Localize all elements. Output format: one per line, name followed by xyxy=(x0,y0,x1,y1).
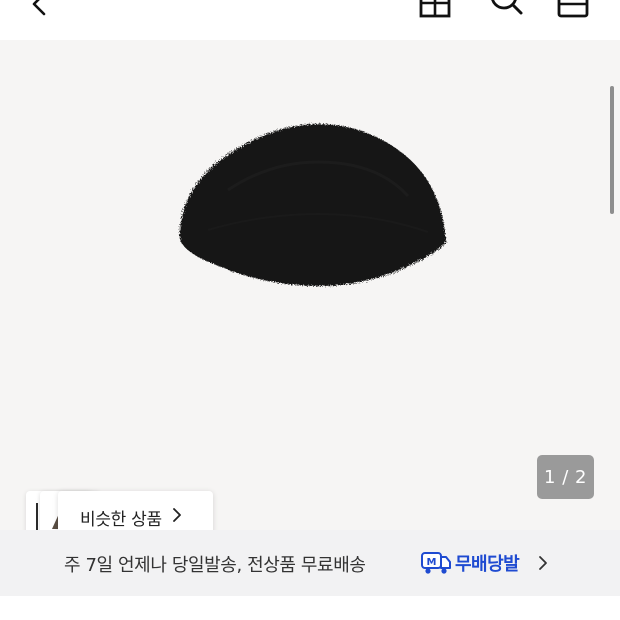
cart-icon[interactable] xyxy=(556,0,590,24)
shipping-info-banner[interactable]: 주 7일 언제나 당일발송, 전상품 무료배송 M 무배당발 xyxy=(0,530,620,596)
delivery-truck-icon: M xyxy=(421,552,451,574)
product-image-gallery[interactable]: 비슷한 상품 1 / 2 xyxy=(0,40,620,530)
delivery-brand-logo: M 무배당발 xyxy=(421,550,520,576)
product-hat-image xyxy=(179,124,446,286)
delivery-brand-name: 무배당발 xyxy=(455,554,520,575)
back-icon[interactable] xyxy=(28,0,52,24)
chevron-right-icon xyxy=(172,507,182,527)
scrollbar-thumb[interactable] xyxy=(610,86,614,214)
search-icon[interactable] xyxy=(488,0,526,24)
chevron-right-icon xyxy=(538,555,548,575)
store-icon[interactable] xyxy=(418,0,452,24)
shipping-info-text: 주 7일 언제나 당일발송, 전상품 무료배송 xyxy=(64,555,366,576)
svg-text:M: M xyxy=(427,557,437,568)
top-nav-bar xyxy=(0,0,620,40)
image-page-indicator: 1 / 2 xyxy=(537,455,594,499)
similar-products-button[interactable]: 비슷한 상품 xyxy=(26,491,213,530)
content-area xyxy=(0,596,620,620)
similar-products-label: 비슷한 상품 xyxy=(80,509,162,530)
